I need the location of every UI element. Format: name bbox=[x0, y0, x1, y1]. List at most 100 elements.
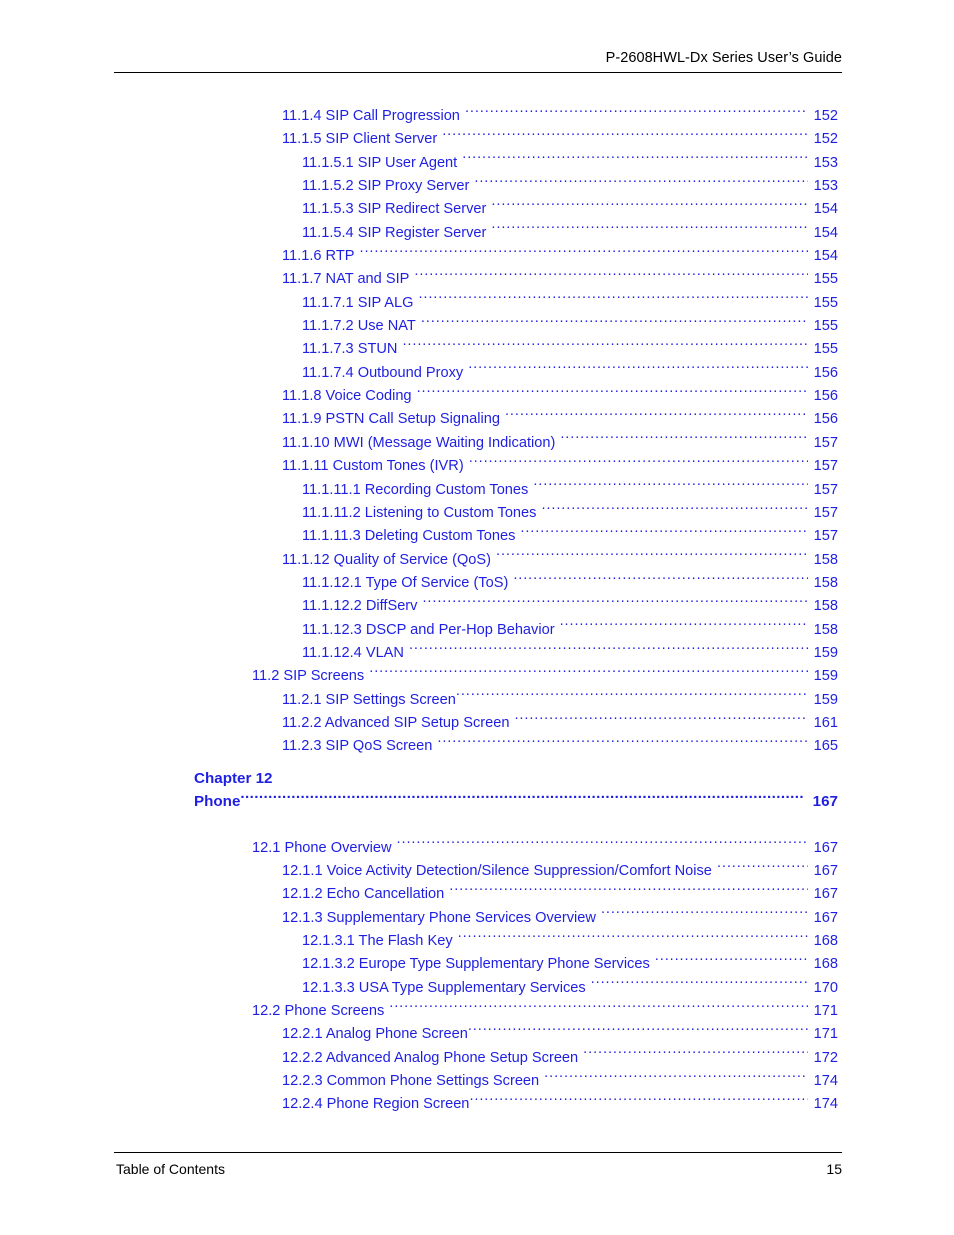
toc-entry[interactable]: 11.1.11 Custom Tones (IVR) 157 bbox=[0, 455, 954, 478]
table-of-contents: 11.1.4 SIP Call Progression 15211.1.5 SI… bbox=[0, 105, 954, 1117]
dot-leader bbox=[240, 790, 804, 805]
toc-entry-label: 12.1.3.2 Europe Type Supplementary Phone… bbox=[302, 956, 650, 973]
toc-entry-page: 172 bbox=[813, 1049, 838, 1066]
toc-entry-label: 11.2.1 SIP Settings Screen bbox=[282, 691, 456, 708]
toc-entry[interactable]: 11.1.10 MWI (Message Waiting Indication)… bbox=[0, 432, 954, 455]
toc-entry[interactable]: 11.1.12 Quality of Service (QoS) 158 bbox=[0, 549, 954, 572]
toc-entry-label: 12.1.3.1 The Flash Key bbox=[302, 933, 453, 949]
toc-entry[interactable]: 11.1.11.3 Deleting Custom Tones 157 bbox=[0, 525, 954, 548]
toc-entry-page: 156 bbox=[813, 411, 838, 428]
toc-entry-page: 155 bbox=[813, 341, 838, 358]
toc-entry[interactable]: 12.2.3 Common Phone Settings Screen 174 bbox=[0, 1070, 954, 1093]
toc-entry[interactable]: 11.1.12.2 DiffServ 158 bbox=[0, 595, 954, 618]
dot-leader bbox=[456, 689, 808, 704]
toc-entry[interactable]: 11.1.5.1 SIP User Agent 153 bbox=[0, 152, 954, 175]
toc-entry-page: 154 bbox=[813, 201, 838, 218]
toc-entry[interactable]: 11.1.7.1 SIP ALG 155 bbox=[0, 292, 954, 315]
toc-entry-page: 155 bbox=[813, 271, 838, 288]
dot-leader bbox=[500, 409, 808, 424]
toc-entry[interactable]: 12.1.3.1 The Flash Key 168 bbox=[0, 930, 954, 953]
toc-entry-page: 155 bbox=[813, 294, 838, 311]
toc-entry-page: 154 bbox=[813, 248, 838, 265]
toc-entry[interactable]: 11.1.5.3 SIP Redirect Server 154 bbox=[0, 198, 954, 221]
dot-leader bbox=[578, 1047, 808, 1062]
dot-leader bbox=[712, 860, 808, 875]
toc-entry[interactable]: 11.2.1 SIP Settings Screen 159 bbox=[0, 689, 954, 712]
toc-entry-label: Phone bbox=[194, 792, 241, 810]
toc-entry[interactable]: 11.1.11.2 Listening to Custom Tones 157 bbox=[0, 502, 954, 525]
toc-entry-page: 170 bbox=[813, 979, 838, 996]
toc-entry[interactable]: 11.1.7.4 Outbound Proxy 156 bbox=[0, 362, 954, 385]
toc-entry-page: 155 bbox=[813, 318, 838, 335]
toc-entry-page: 158 bbox=[813, 621, 838, 638]
toc-entry[interactable]: 11.1.11.1 Recording Custom Tones 157 bbox=[0, 479, 954, 502]
toc-entry-label: 11.1.5 SIP Client Server bbox=[282, 131, 438, 148]
toc-entry-page: 158 bbox=[813, 551, 838, 568]
toc-entry-label: 12.2 Phone Screens bbox=[252, 1003, 385, 1020]
toc-entry[interactable]: 11.1.12.4 VLAN 159 bbox=[0, 642, 954, 665]
toc-entry-label: 11.1.8 Voice Coding bbox=[282, 388, 412, 405]
toc-entry[interactable]: 11.1.5 SIP Client Server 152 bbox=[0, 128, 954, 151]
dot-leader bbox=[397, 339, 808, 354]
toc-entry[interactable]: 12.1.3 Supplementary Phone Services Over… bbox=[0, 907, 954, 930]
toc-entry[interactable]: 11.1.12.3 DSCP and Per-Hop Behavior 158 bbox=[0, 619, 954, 642]
toc-entry-label: 12.2.3 Common Phone Settings Screen bbox=[282, 1073, 540, 1090]
toc-entry-page: 167 bbox=[813, 909, 838, 926]
dot-leader bbox=[508, 572, 808, 587]
toc-entry[interactable]: 12.2.1 Analog Phone Screen 171 bbox=[0, 1023, 954, 1046]
toc-entry[interactable]: 12.2.2 Advanced Analog Phone Setup Scree… bbox=[0, 1047, 954, 1070]
toc-entry-page: 171 bbox=[813, 1003, 838, 1020]
toc-entry[interactable]: 11.1.4 SIP Call Progression 152 bbox=[0, 105, 954, 128]
toc-entry[interactable]: 12.1.2 Echo Cancellation 167 bbox=[0, 883, 954, 906]
toc-entry-page: 168 bbox=[813, 933, 838, 949]
toc-entry[interactable]: 12.1.1 Voice Activity Detection/Silence … bbox=[0, 860, 954, 883]
footer-section-label: Table of Contents bbox=[116, 1161, 225, 1177]
toc-entry[interactable]: 11.2.2 Advanced SIP Setup Screen 161 bbox=[0, 712, 954, 735]
dot-leader bbox=[528, 479, 808, 494]
toc-entry[interactable]: 12.1.3.2 Europe Type Supplementary Phone… bbox=[0, 953, 954, 976]
toc-entry[interactable]: 11.1.5.4 SIP Register Server 154 bbox=[0, 222, 954, 245]
toc-entry[interactable]: 11.2 SIP Screens 159 bbox=[0, 665, 954, 688]
dot-leader bbox=[444, 884, 808, 899]
dot-leader bbox=[354, 245, 808, 260]
toc-entry-page: 171 bbox=[813, 1026, 838, 1043]
dot-leader bbox=[432, 736, 808, 751]
toc-entry[interactable]: 12.1 Phone Overview 167 bbox=[0, 837, 954, 860]
toc-entry-label: 11.1.6 RTP bbox=[282, 248, 355, 265]
toc-entry[interactable]: 12.2.4 Phone Region Screen 174 bbox=[0, 1093, 954, 1116]
toc-entry-label: 11.1.4 SIP Call Progression bbox=[282, 108, 460, 124]
footer-rule bbox=[114, 1152, 842, 1153]
toc-entry-label: 11.1.9 PSTN Call Setup Signaling bbox=[282, 411, 500, 428]
toc-entry-page: 161 bbox=[813, 714, 838, 731]
toc-entry-page: 157 bbox=[813, 504, 838, 521]
dot-leader bbox=[586, 977, 808, 992]
toc-entry[interactable]: 11.1.7.2 Use NAT 155 bbox=[0, 315, 954, 338]
toc-entry[interactable]: 11.1.12.1 Type Of Service (ToS) 158 bbox=[0, 572, 954, 595]
footer-page-number: 15 bbox=[826, 1161, 842, 1177]
dot-leader bbox=[555, 619, 808, 634]
toc-entry-page: 154 bbox=[813, 224, 838, 241]
dot-leader bbox=[536, 502, 808, 517]
dot-leader bbox=[413, 292, 808, 307]
chapter-gap bbox=[0, 822, 954, 837]
toc-entry[interactable]: 12.2 Phone Screens 171 bbox=[0, 1000, 954, 1023]
dot-leader bbox=[364, 666, 808, 681]
toc-entry-chapter-phone[interactable]: Phone 167 bbox=[0, 790, 954, 814]
toc-entry-label: 12.2.4 Phone Region Screen bbox=[282, 1096, 470, 1113]
toc-entry-page: 158 bbox=[813, 598, 838, 615]
toc-entry-label: 11.1.12.2 DiffServ bbox=[302, 598, 418, 615]
toc-entry-page: 174 bbox=[813, 1096, 838, 1113]
toc-entry-label: 11.1.5.4 SIP Register Server bbox=[302, 224, 487, 241]
toc-entry[interactable]: 11.1.8 Voice Coding 156 bbox=[0, 385, 954, 408]
toc-entry-page: 153 bbox=[813, 178, 838, 195]
dot-leader bbox=[539, 1070, 808, 1085]
toc-entry[interactable]: 11.1.5.2 SIP Proxy Server 153 bbox=[0, 175, 954, 198]
toc-entry[interactable]: 11.2.3 SIP QoS Screen 165 bbox=[0, 735, 954, 758]
dot-leader bbox=[460, 105, 808, 120]
toc-entry[interactable]: 11.1.7 NAT and SIP 155 bbox=[0, 268, 954, 291]
toc-entry[interactable]: 11.1.9 PSTN Call Setup Signaling 156 bbox=[0, 408, 954, 431]
toc-entry[interactable]: 11.1.7.3 STUN 155 bbox=[0, 338, 954, 361]
toc-entry[interactable]: 11.1.6 RTP 154 bbox=[0, 245, 954, 268]
toc-entry-label: 11.1.11.3 Deleting Custom Tones bbox=[302, 528, 516, 545]
toc-entry[interactable]: 12.1.3.3 USA Type Supplementary Services… bbox=[0, 977, 954, 1000]
